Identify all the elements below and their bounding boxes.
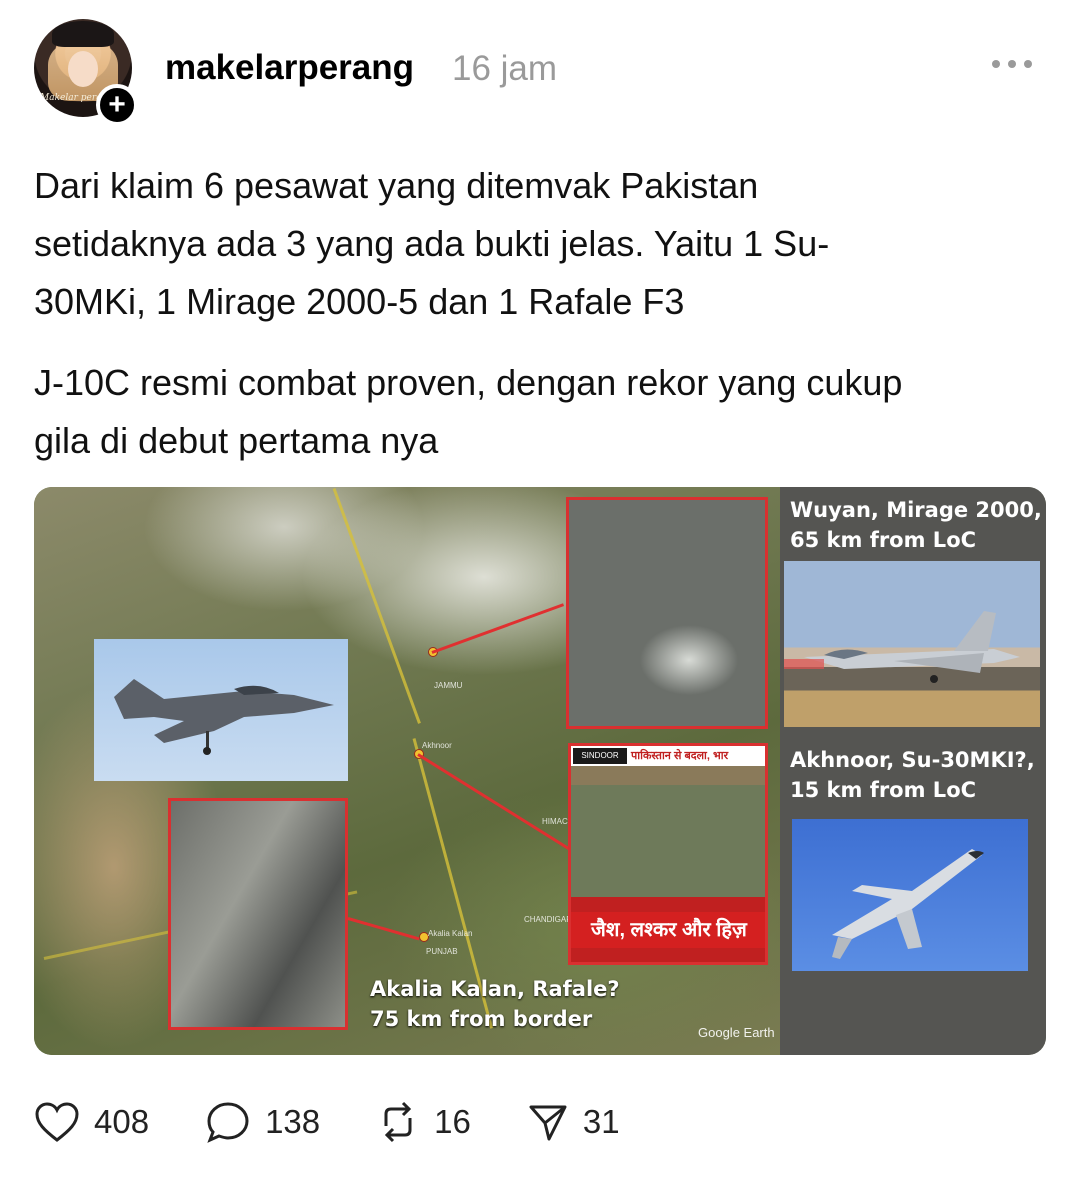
news-bottom-banner: जैश, लश्कर और हिज़ <box>571 912 765 948</box>
comment-icon <box>207 1102 249 1143</box>
caption-wuyan-line2: 65 km from LoC <box>790 528 977 552</box>
avatar-face <box>68 51 98 87</box>
share-button[interactable]: 31 <box>527 1101 620 1143</box>
like-button[interactable]: 408 <box>34 1101 149 1143</box>
repost-button[interactable]: 16 <box>376 1100 471 1144</box>
caption-akalia-line1: Akalia Kalan, Rafale? <box>370 977 620 1001</box>
heart-icon <box>35 1102 79 1142</box>
wreckage-photo-mirage <box>566 497 768 729</box>
post-actions: 408 138 16 31 <box>34 1100 676 1144</box>
post-image[interactable]: Akhnoor Akalia Kalan PUNJAB CHANDIGAR HI… <box>34 487 1046 1055</box>
satellite-map: Akhnoor Akalia Kalan PUNJAB CHANDIGAR HI… <box>34 487 780 1055</box>
google-earth-watermark: Google Earth <box>698 1025 775 1040</box>
post-time: 16 jam <box>452 49 558 88</box>
post-paragraph-2: J-10C resmi combat proven, dengan rekor … <box>34 362 903 461</box>
su30-jet-icon <box>832 849 984 959</box>
mirage-photo <box>784 561 1040 727</box>
map-label: CHANDIGAR <box>524 915 573 924</box>
more-icon[interactable] <box>992 60 1032 68</box>
wreckage-photo-rafale <box>168 798 348 1030</box>
like-count: 408 <box>94 1103 150 1140</box>
follow-button[interactable]: + <box>96 84 138 126</box>
comment-count: 138 <box>265 1103 321 1140</box>
caption-akhnoor-line1: Akhnoor, Su-30MKI?, <box>790 748 1035 772</box>
share-icon <box>529 1105 567 1141</box>
share-count: 31 <box>582 1103 620 1140</box>
connector-line <box>431 603 565 654</box>
rafale-jet-icon <box>114 679 334 755</box>
repost-icon <box>384 1101 412 1143</box>
caption-akalia-line2: 75 km from border <box>370 1007 593 1031</box>
news-screenshot: पाकिस्तान से बदला, भार SINDOOR जैश, लश्क… <box>568 743 768 965</box>
connector-line <box>347 917 420 941</box>
map-label: Akalia Kalan <box>428 929 473 938</box>
rafale-photo <box>94 639 348 781</box>
caption-akhnoor-line2: 15 km from LoC <box>790 778 977 802</box>
plus-icon: + <box>108 88 126 121</box>
side-panel: Wuyan, Mirage 2000, 65 km from LoC Akhno… <box>780 487 1046 1055</box>
news-badge: SINDOOR <box>573 748 627 764</box>
map-label: JAMMU <box>434 681 463 690</box>
caption-wuyan-line1: Wuyan, Mirage 2000, <box>790 498 1042 522</box>
avatar-hat <box>52 21 114 47</box>
comment-button[interactable]: 138 <box>205 1100 320 1144</box>
map-label: Akhnoor <box>422 741 452 750</box>
repost-count: 16 <box>434 1103 471 1140</box>
post-paragraph-1: Dari klaim 6 pesawat yang ditemvak Pakis… <box>34 165 830 322</box>
map-label: PUNJAB <box>426 947 458 956</box>
username[interactable]: makelarperang <box>165 48 414 88</box>
su30-photo <box>792 819 1028 971</box>
mirage-jet-icon <box>784 611 1020 683</box>
